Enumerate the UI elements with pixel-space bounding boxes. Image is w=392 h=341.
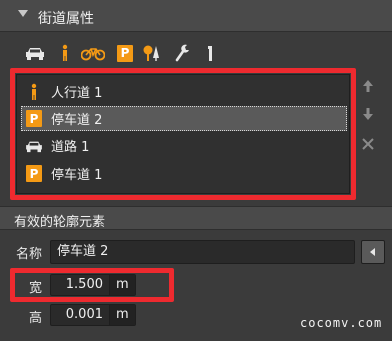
move-down-button[interactable] <box>358 104 378 124</box>
list-item-parking-1[interactable]: P 停车道 1 <box>21 161 347 186</box>
height-value[interactable]: 0.001 <box>51 305 109 325</box>
name-arrow-button[interactable] <box>361 240 385 264</box>
list-item-label: 道路 1 <box>51 140 90 155</box>
element-toolbar: P <box>24 42 244 64</box>
width-value[interactable]: 1.500 <box>51 275 109 295</box>
tree-icon <box>143 45 159 61</box>
watermark-text: cocomv.com <box>300 316 383 330</box>
add-road-button[interactable] <box>24 42 46 64</box>
move-up-icon <box>363 80 373 92</box>
pole-icon <box>208 46 212 61</box>
width-label: 宽 <box>29 281 43 296</box>
collapse-chevron-icon[interactable] <box>18 10 28 17</box>
list-item-label: 人行道 1 <box>51 86 103 101</box>
wrench-icon <box>175 44 189 62</box>
chevron-left-icon <box>370 248 375 256</box>
car-icon <box>26 48 44 60</box>
delete-button[interactable] <box>358 134 378 154</box>
parking-icon: P <box>117 44 133 62</box>
name-input[interactable]: 停车道 2 <box>50 240 355 264</box>
panel-title: 街道属性 <box>38 11 94 27</box>
list-item-parking-2[interactable]: P 停车道 2 <box>21 106 347 131</box>
parking-icon: P <box>25 165 43 183</box>
section-title: 有效的轮廓元素 <box>14 215 106 230</box>
add-parking-button[interactable]: P <box>114 42 136 64</box>
add-furniture-button[interactable] <box>172 42 194 64</box>
bicycle-icon <box>81 48 105 61</box>
parking-icon: P <box>25 110 43 128</box>
delete-icon <box>362 138 374 150</box>
name-label: 名称 <box>16 247 43 262</box>
add-bike-lane-button[interactable] <box>80 42 106 64</box>
add-pole-button[interactable] <box>200 42 222 64</box>
width-unit: m <box>109 275 135 295</box>
width-field[interactable]: 1.500 m <box>50 274 136 296</box>
height-label: 高 <box>29 311 43 326</box>
list-item-road-1[interactable]: 道路 1 <box>21 133 347 158</box>
panel-header[interactable]: 街道属性 <box>0 0 392 32</box>
add-sidewalk-button[interactable] <box>54 42 76 64</box>
section-header: 有效的轮廓元素 <box>0 206 392 230</box>
move-down-icon <box>363 108 373 120</box>
list-item-sidewalk-1[interactable]: 人行道 1 <box>21 79 347 104</box>
pedestrian-icon <box>62 44 68 61</box>
profile-list[interactable]: 人行道 1 P 停车道 2 道路 1 P 停车道 1 <box>16 74 350 194</box>
list-item-label: 停车道 2 <box>51 113 103 128</box>
height-field[interactable]: 0.001 m <box>50 304 136 326</box>
pedestrian-icon <box>25 83 43 101</box>
height-unit: m <box>109 305 135 325</box>
add-vegetation-button[interactable] <box>140 42 162 64</box>
list-item-label: 停车道 1 <box>51 168 103 183</box>
move-up-button[interactable] <box>358 76 378 96</box>
car-icon <box>25 137 43 155</box>
